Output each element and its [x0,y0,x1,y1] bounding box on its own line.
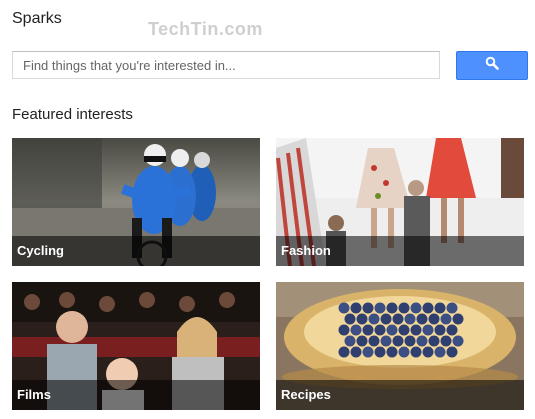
interest-label: Recipes [276,380,524,410]
featured-interests-heading: Featured interests [12,106,133,123]
interest-label: Films [12,380,260,410]
search-button[interactable] [456,51,528,80]
interest-card-cycling[interactable]: Cycling [12,138,260,266]
search-input[interactable] [12,51,440,79]
watermark: TechTin.com [148,19,263,39]
app-title: Sparks [12,10,62,27]
interest-label: Fashion [276,236,524,266]
interest-card-fashion[interactable]: Fashion [276,138,524,266]
search-icon [485,56,499,75]
interest-card-films[interactable]: Films [12,282,260,410]
interest-label: Cycling [12,236,260,266]
interest-card-recipes[interactable]: Recipes [276,282,524,410]
